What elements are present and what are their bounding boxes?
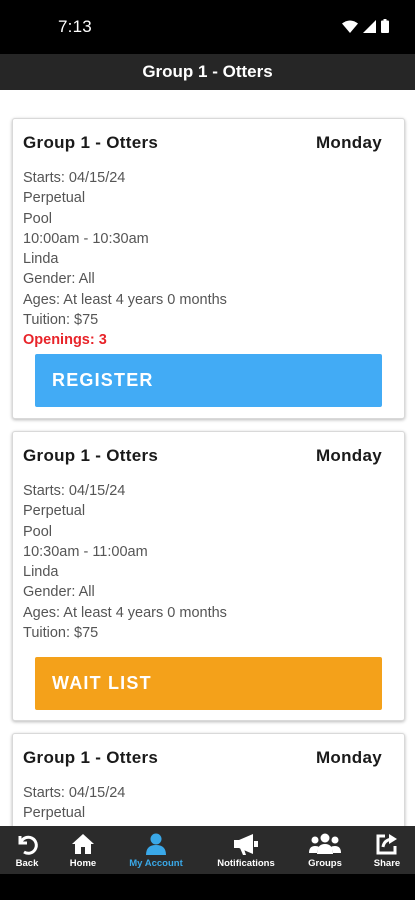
card-group-name: Group 1 - Otters	[23, 446, 159, 465]
wifi-icon	[342, 20, 358, 33]
card-day: Monday	[315, 133, 382, 152]
time-range: 10:00am - 10:30am	[23, 230, 149, 247]
card-day: Monday	[315, 446, 382, 465]
card-header: Group 1 - Otters Monday	[23, 748, 382, 768]
nav-label: Notifications	[217, 858, 275, 869]
instructor: Linda	[23, 564, 59, 581]
gender: Gender: All	[23, 271, 95, 288]
instructor: Linda	[23, 251, 59, 268]
nav-label: My Account	[129, 858, 183, 869]
session-type: Perpetual	[23, 190, 86, 207]
register-button[interactable]: REGISTER	[35, 354, 382, 407]
status-time: 7:13	[58, 17, 92, 36]
start-date: Starts: 04/15/24	[23, 170, 126, 186]
gender: Gender: All	[23, 584, 95, 601]
wait-list-button[interactable]: WAIT LIST	[35, 657, 382, 710]
location: Pool	[23, 210, 53, 227]
ages: Ages: At least 4 years 0 months	[23, 291, 227, 308]
home-icon	[48, 832, 118, 856]
card-details: Starts: 04/15/24 Perpetual Pool 10:30am …	[23, 481, 227, 643]
megaphone-icon	[208, 832, 284, 856]
nav-groups[interactable]: Groups	[290, 826, 360, 874]
tuition: Tuition: $75	[23, 312, 99, 329]
start-date: Starts: 04/15/24	[23, 483, 126, 499]
class-card: Group 1 - Otters Monday Starts: 04/15/24…	[12, 431, 405, 721]
card-header: Group 1 - Otters Monday	[23, 133, 382, 153]
card-day: Monday	[315, 748, 382, 767]
card-details: Starts: 04/15/24 Perpetual	[23, 783, 125, 824]
signal-icon	[363, 19, 376, 33]
nav-share[interactable]: Share	[352, 826, 415, 874]
status-bar: 7:13	[0, 0, 415, 54]
system-gesture-area	[0, 874, 415, 900]
card-header: Group 1 - Otters Monday	[23, 446, 382, 466]
battery-icon	[381, 19, 389, 33]
class-list[interactable]: Group 1 - Otters Monday Starts: 04/15/24…	[0, 90, 415, 826]
nav-label: Home	[69, 858, 97, 869]
time-range: 10:30am - 11:00am	[23, 543, 148, 560]
tuition: Tuition: $75	[23, 625, 99, 642]
nav-label: Groups	[308, 858, 342, 869]
bottom-nav: Back Home My Account Notifications Group…	[0, 826, 415, 874]
session-type: Perpetual	[23, 503, 86, 520]
card-group-name: Group 1 - Otters	[23, 748, 159, 767]
share-icon	[352, 832, 415, 856]
page-title: Group 1 - Otters	[0, 54, 415, 90]
nav-notifications[interactable]: Notifications	[208, 826, 284, 874]
nav-home[interactable]: Home	[48, 826, 118, 874]
class-card: Group 1 - Otters Monday Starts: 04/15/24…	[12, 733, 405, 826]
ages: Ages: At least 4 years 0 months	[23, 604, 227, 621]
status-icons	[342, 19, 389, 33]
nav-my-account[interactable]: My Account	[114, 826, 198, 874]
openings-count: Openings: 3	[23, 332, 107, 349]
location: Pool	[23, 523, 53, 540]
class-card: Group 1 - Otters Monday Starts: 04/15/24…	[12, 118, 405, 419]
account-icon	[114, 832, 198, 856]
nav-label: Share	[373, 858, 401, 869]
card-group-name: Group 1 - Otters	[23, 133, 159, 152]
start-date: Starts: 04/15/24	[23, 785, 126, 801]
groups-icon	[290, 832, 360, 856]
card-details: Starts: 04/15/24 Perpetual Pool 10:00am …	[23, 168, 227, 351]
session-type: Perpetual	[23, 805, 86, 822]
